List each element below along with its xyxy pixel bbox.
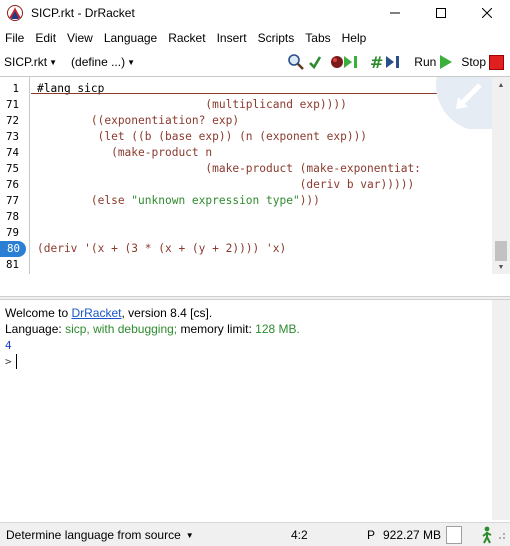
chevron-down-icon: ▼ [127, 57, 135, 67]
interactions-scrollbar[interactable] [492, 300, 510, 520]
gc-indicator [446, 523, 462, 546]
line-number: 76 [5, 178, 19, 191]
repl-prompt: > [5, 355, 12, 368]
menu-tabs[interactable]: Tabs [300, 29, 336, 47]
code-line[interactable]: (multiplicand exp)))) [37, 97, 346, 113]
line-number: 1 [12, 82, 19, 95]
welcome-prefix: Welcome to [5, 306, 72, 320]
line-number: 72 [5, 114, 19, 127]
define-dropdown[interactable]: (define ...) ▼ [71, 55, 135, 69]
define-dropdown-label: (define ...) [71, 55, 126, 69]
editor-scrollbar[interactable]: ▲ ▼ [492, 77, 510, 274]
menu-bar: File Edit View Language Racket Insert Sc… [0, 28, 510, 48]
scroll-indicator-icon [436, 77, 502, 129]
maximize-button[interactable] [418, 0, 464, 26]
line-number: 77 [5, 194, 19, 207]
scroll-down-icon[interactable]: ▼ [492, 259, 510, 274]
menu-scripts[interactable]: Scripts [253, 29, 301, 47]
chevron-down-icon: ▼ [185, 530, 194, 540]
result-output: 4 [5, 339, 12, 352]
code-line[interactable]: (deriv '(x + (3 * (x + (y + 2)))) 'x) [37, 241, 286, 257]
svg-text:#: # [370, 53, 383, 71]
language-label: Language: [5, 322, 66, 336]
scroll-up-icon[interactable]: ▲ [492, 77, 510, 93]
menu-view[interactable]: View [62, 29, 99, 47]
status-bar: Determine language from source ▼ 4:2 P 9… [0, 522, 510, 546]
title-bar: SICP.rkt - DrRacket [0, 0, 510, 26]
debug-icon [331, 56, 358, 68]
maximize-icon [436, 8, 446, 18]
macro-stepper-button[interactable]: # [370, 53, 406, 71]
cursor-position: 4:2 [291, 528, 308, 542]
file-dropdown[interactable]: SICP.rkt ▼ [4, 55, 57, 69]
menu-language[interactable]: Language [99, 29, 163, 47]
line-number-gutter: 1 71 72 73 74 75 76 77 78 79 80 81 [0, 77, 30, 274]
text-cursor [15, 354, 17, 370]
editor-scroll-thumb[interactable] [495, 241, 507, 261]
definitions-editor[interactable]: 1 71 72 73 74 75 76 77 78 79 80 81 #lang sicp (mult… [0, 76, 510, 274]
running-indicator [480, 523, 494, 546]
code-line[interactable]: (make-product (make-exponentiat: [37, 161, 421, 177]
menu-racket[interactable]: Racket [163, 29, 211, 47]
macro-stepper-icon: # [370, 53, 400, 71]
check-syntax-button[interactable] [308, 54, 322, 70]
memory-usage[interactable]: 922.27 MB [383, 523, 441, 546]
run-button[interactable]: Run [414, 54, 453, 70]
repl-prompt-line[interactable]: > [5, 353, 17, 370]
stop-icon [489, 54, 504, 70]
menu-insert[interactable]: Insert [212, 29, 253, 47]
stop-label: Stop [461, 55, 486, 69]
line-number: 79 [5, 226, 19, 239]
language-value: sicp, with debugging; [65, 322, 178, 336]
welcome-line: Welcome to DrRacket, version 8.4 [cs]. [5, 305, 212, 321]
toolbar: SICP.rkt ▼ (define ...) ▼ # Run Stop [0, 50, 510, 74]
stop-button[interactable]: Stop [461, 54, 504, 70]
resize-grip-icon[interactable] [496, 523, 506, 546]
menu-file[interactable]: File [0, 29, 30, 47]
drracket-logo-icon [7, 5, 23, 21]
p-indicator: P [367, 528, 376, 542]
debug-button[interactable] [330, 53, 364, 71]
minimize-button[interactable] [372, 0, 418, 26]
line-number: 75 [5, 162, 19, 175]
code-line[interactable]: (let ((b (base exp)) (n (exponent exp))) [37, 129, 367, 145]
run-label: Run [414, 55, 437, 69]
menu-edit[interactable]: Edit [30, 29, 62, 47]
line-number: 81 [5, 258, 19, 271]
gc-box [446, 526, 462, 544]
code-line[interactable]: (make-product n [37, 145, 212, 161]
line-number: 80 [0, 241, 26, 257]
language-line: Language: sicp, with debugging; memory l… [5, 321, 300, 337]
language-mode-dropdown[interactable]: Determine language from source ▼ [6, 523, 194, 546]
code-line[interactable]: (deriv b var))))) [37, 177, 415, 193]
code-line[interactable]: ((exponentiation? exp) [37, 113, 239, 129]
interactions-pane[interactable]: Welcome to DrRacket, version 8.4 [cs]. L… [0, 300, 510, 520]
magnifier-icon[interactable] [287, 53, 305, 71]
code-line[interactable]: #lang sicp [37, 81, 104, 97]
language-mode-label: Determine language from source [6, 528, 181, 542]
welcome-suffix: , version 8.4 [cs]. [121, 306, 213, 320]
file-dropdown-label: SICP.rkt [4, 55, 48, 69]
running-person-icon [482, 526, 492, 544]
line-number: 78 [5, 210, 19, 223]
window-title: SICP.rkt - DrRacket [31, 6, 135, 20]
check-syntax-icon [309, 56, 322, 70]
string-literal: "unknown expression type" [131, 194, 300, 207]
memory-value: 128 MB. [255, 322, 300, 336]
close-icon [482, 8, 492, 18]
menu-help[interactable]: Help [337, 29, 373, 47]
line-number: 71 [5, 98, 19, 111]
run-icon [440, 55, 453, 69]
line-number: 74 [5, 146, 19, 159]
memory-label: memory limit: [177, 322, 256, 336]
chevron-down-icon: ▼ [49, 57, 58, 67]
close-button[interactable] [464, 0, 510, 26]
line-number: 73 [5, 130, 19, 143]
minimize-icon [390, 12, 400, 14]
code-line[interactable]: (else "unknown expression type"))) [37, 193, 320, 209]
drracket-link[interactable]: DrRacket [71, 306, 121, 320]
